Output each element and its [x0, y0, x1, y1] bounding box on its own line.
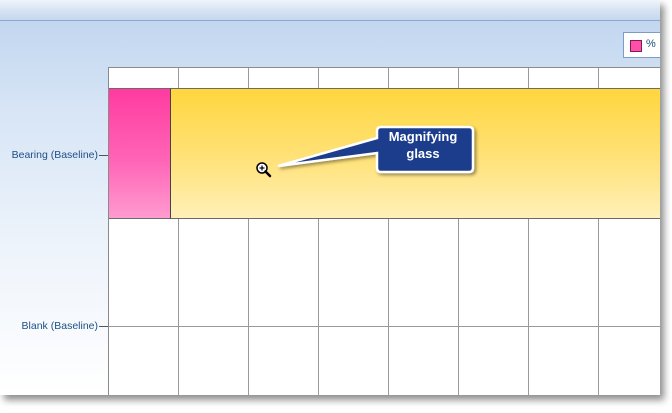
chart-window: % Bearing (Baseline) Blank (Baseline) Ma… [0, 0, 660, 395]
callout-bubble [277, 125, 475, 174]
callout-line-1: Magnifying [388, 129, 458, 144]
magnifying-glass-icon [256, 162, 272, 178]
callout-text: Magnifying glass [378, 128, 468, 162]
callout-line-2: glass [406, 146, 440, 161]
